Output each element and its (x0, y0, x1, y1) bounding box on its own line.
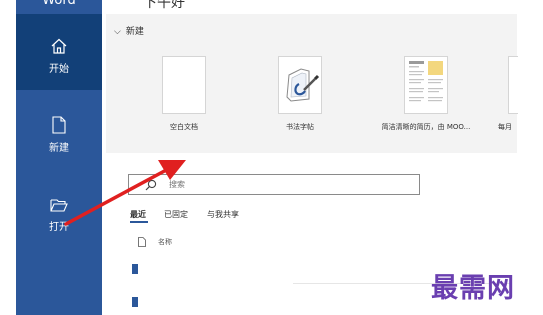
annotation-arrow (64, 160, 186, 226)
word-start-screen: Word 开始 新建 打开 下午好 ⌵ 新建 空白文档 书法字帖 简洁清晰的简历… (0, 0, 543, 315)
